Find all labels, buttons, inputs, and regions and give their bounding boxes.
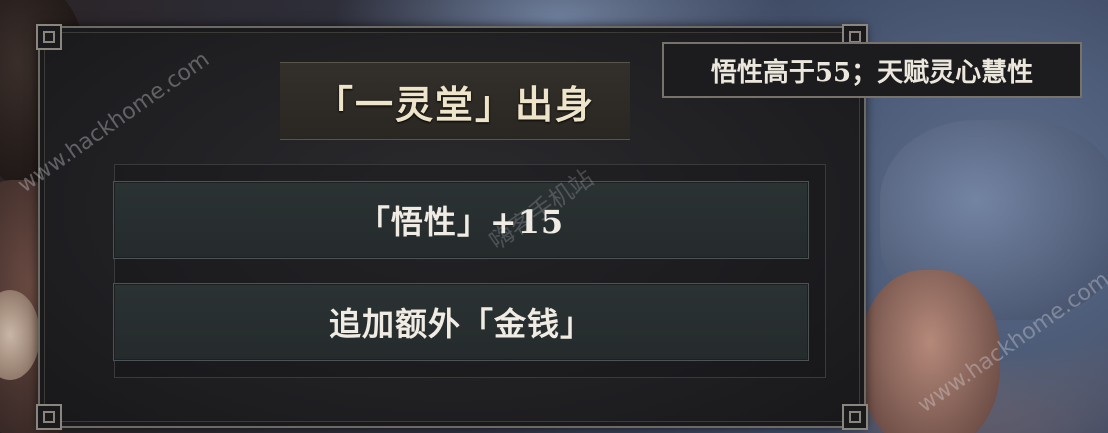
option-label: 追加额外「金钱」 xyxy=(328,305,593,343)
option-button-insight[interactable]: 「悟性」+15 xyxy=(113,181,809,259)
event-title-plate: 「一灵堂」出身 xyxy=(280,62,630,140)
requirement-tooltip: 悟性高于55；天赋灵心慧性 xyxy=(662,42,1082,98)
tooltip-text: 悟性高于55；天赋灵心慧性 xyxy=(710,57,1034,88)
event-title: 「一灵堂」出身 xyxy=(314,81,595,127)
option-label: 「悟性」+15 xyxy=(357,203,565,241)
corner-ornament-icon xyxy=(36,404,62,430)
option-button-money[interactable]: 追加额外「金钱」 xyxy=(113,283,809,361)
option-list: 「悟性」+15 追加额外「金钱」 xyxy=(113,164,826,378)
corner-ornament-icon xyxy=(36,24,62,50)
character-arm-right xyxy=(860,270,1000,433)
corner-ornament-icon xyxy=(842,404,868,430)
